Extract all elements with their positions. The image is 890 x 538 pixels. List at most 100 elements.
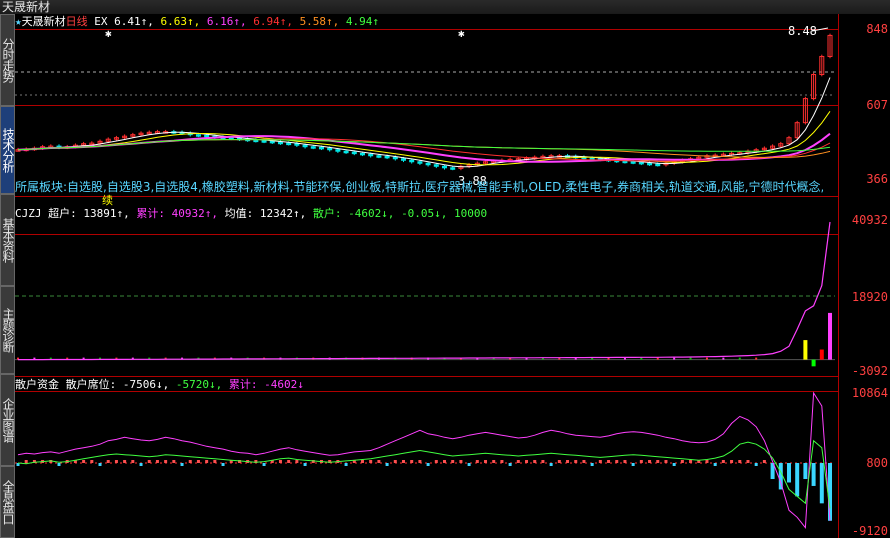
stock-chart[interactable]: [0, 0, 890, 538]
retail-bar: [131, 460, 135, 464]
axis-label-top: 848: [866, 22, 888, 36]
retail-bar: [713, 463, 717, 467]
retail-bar: [459, 460, 463, 464]
candle-body: [392, 156, 398, 160]
candle-body: [417, 161, 423, 164]
retail-bar: [393, 460, 397, 464]
candle-body: [269, 140, 275, 144]
cjzj-axis-low: -3092: [851, 364, 888, 378]
candle-body: [384, 155, 390, 159]
retail-bar: [533, 460, 537, 464]
retail-bar: [106, 460, 110, 464]
retail-bar: [262, 463, 266, 467]
ma-value-2: 6.16↑,: [206, 15, 254, 28]
cjzj-bar: [656, 357, 659, 360]
cjzj-bar: [689, 357, 692, 360]
candle-body: [622, 160, 628, 164]
retail-bar: [443, 460, 447, 464]
retail-axis-low: -9120: [851, 524, 888, 538]
retail-name: 散户资金: [15, 378, 59, 391]
retail-bar: [123, 460, 127, 464]
candle-body: [376, 155, 382, 158]
retail-bar: [607, 460, 611, 464]
cjzj-field-4: -0.05↓,: [401, 207, 455, 220]
candle-body: [647, 162, 653, 166]
cjzj-panel: [15, 221, 835, 367]
retail-bar: [819, 463, 824, 504]
candle-body: [261, 140, 267, 143]
retail-bar: [401, 460, 405, 464]
cjzj-bar: [673, 357, 676, 360]
cjzj-bar: [738, 357, 741, 360]
candle-body: [638, 161, 644, 165]
retail-bar: [139, 463, 143, 467]
candle-body: [302, 144, 308, 148]
retail-bar: [278, 460, 282, 464]
retail-header: 散户资金 散户席位: -7506↓, -5720↓, 累计: -4602↓: [15, 378, 304, 391]
cjzj-header: CJZJ 超户: 13891↑, 累计: 40932↑, 均值: 12342↑,…: [15, 207, 487, 220]
retail-bar: [566, 460, 570, 464]
retail-bar: [360, 460, 364, 464]
cjzj-field-1: 累计: 40932↑,: [136, 207, 225, 220]
sector-label: 所属板块:: [15, 180, 68, 194]
retail-fields: 散户席位: -7506↓, -5720↓, 累计: -4602↓: [66, 378, 304, 391]
period-label[interactable]: 日线: [66, 15, 88, 28]
retail-bar: [221, 463, 225, 467]
candle-body: [318, 146, 324, 150]
ma-values: 6.41↑, 6.63↑, 6.16↑, 6.94↑, 5.58↑, 4.94↑: [114, 15, 379, 28]
candle-body: [409, 159, 415, 163]
candle-body: [655, 163, 661, 167]
retail-bar: [541, 460, 545, 464]
retail-bar: [754, 463, 758, 467]
retail-bar: [705, 460, 709, 464]
sector-bar: 所属板块:自选股,自选股3,自选股4,橡胶塑料,新材料,节能环保,创业板,特斯拉…: [15, 179, 823, 196]
candle-body: [425, 162, 431, 166]
retail-bar: [811, 463, 816, 486]
retail-bar: [188, 460, 192, 464]
retail-bar: [828, 463, 832, 521]
retail-bar: [746, 460, 750, 464]
retail-bar: [180, 463, 184, 467]
retail-bar: [475, 460, 479, 464]
retail-bar: [410, 460, 414, 464]
candle-body: [630, 161, 636, 164]
candle-body: [450, 167, 456, 170]
marker-icon: ✱: [105, 27, 112, 40]
retail-line-retail: [17, 439, 831, 509]
retail-bar: [172, 460, 176, 464]
ma-value-5: 4.94↑: [345, 15, 380, 28]
retail-bar: [549, 463, 553, 467]
retail-bar: [164, 460, 168, 464]
retail-axis-mid: 800: [866, 456, 888, 470]
cjzj-fields: 超户: 13891↑, 累计: 40932↑, 均值: 12342↑, 散户: …: [48, 207, 487, 220]
retail-bar: [98, 463, 102, 467]
candle-body: [228, 137, 234, 140]
retail-bar: [582, 460, 586, 464]
cjzj-field-0: 超户: 13891↑,: [48, 207, 137, 220]
cjzj-field-2: 均值: 12342↑,: [224, 207, 313, 220]
cjzj-bar: [705, 357, 708, 360]
retail-bar: [795, 463, 800, 497]
retail-bar: [500, 460, 504, 464]
sector-items[interactable]: 自选股,自选股3,自选股4,橡胶塑料,新材料,节能环保,创业板,特斯拉,医疗器械…: [67, 180, 823, 194]
retail-bar: [664, 460, 668, 464]
marker-icon: ✱: [458, 27, 465, 40]
cjzj-bar: [755, 357, 758, 360]
retail-bar: [90, 460, 94, 464]
cjzj-axis-mid: 18920: [851, 290, 888, 304]
retail-bar: [467, 463, 471, 467]
retail-bar: [155, 460, 159, 464]
ma-value-0: 6.41↑,: [114, 15, 161, 28]
ma-line-ma5: [17, 77, 831, 168]
retail-bar: [762, 460, 766, 464]
retail-bar: [205, 460, 209, 464]
retail-bar: [648, 460, 652, 464]
retail-bar: [557, 460, 561, 464]
cjzj-bar: [722, 357, 725, 360]
retail-bar: [631, 463, 635, 467]
retail-field-2: 累计: -4602↓: [228, 378, 304, 391]
retail-bar: [680, 460, 684, 464]
retail-field-0: 散户席位: -7506↓,: [65, 378, 176, 391]
retail-field-1: -5720↓,: [175, 378, 229, 391]
retail-bar: [516, 460, 520, 464]
